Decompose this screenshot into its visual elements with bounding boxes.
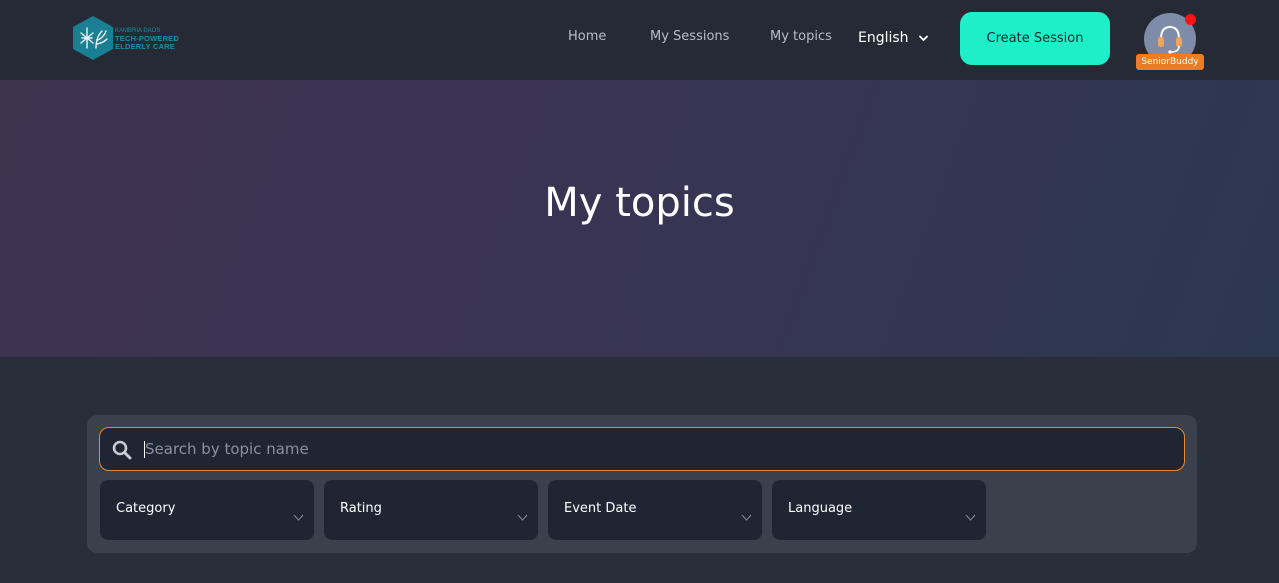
brand-logo[interactable]: KAMBRIA DAOS TECH-POWERED ELDERLY CARE [71, 15, 181, 61]
logo-wordmark: KAMBRIA DAOS TECH-POWERED ELDERLY CARE [115, 27, 185, 51]
search-icon [112, 440, 132, 464]
search-input[interactable] [144, 428, 1164, 470]
headset-icon [1158, 25, 1182, 54]
user-name-badge: SeniorBuddy [1136, 54, 1204, 70]
language-selector-label: English [858, 30, 909, 46]
chevron-down-icon [919, 30, 928, 46]
language-selector[interactable]: English [858, 30, 928, 46]
category-dropdown[interactable]: Category [100, 480, 314, 540]
page-title: My topics [544, 180, 735, 226]
search-box [99, 427, 1185, 471]
language-dropdown-label: Language [788, 501, 853, 516]
rating-dropdown[interactable]: Rating [324, 480, 538, 540]
filter-panel: Category Rating Event Date Language [87, 415, 1197, 553]
event-date-dropdown[interactable]: Event Date [548, 480, 762, 540]
logo-line-3: ELDERLY CARE [115, 42, 175, 51]
chevron-down-icon [517, 506, 528, 525]
language-dropdown[interactable]: Language [772, 480, 986, 540]
hero-banner: My topics [0, 80, 1279, 357]
top-navbar: KAMBRIA DAOS TECH-POWERED ELDERLY CARE H… [0, 0, 1279, 80]
nav-link-home[interactable]: Home [568, 29, 606, 44]
nav-link-my-sessions[interactable]: My Sessions [650, 29, 729, 44]
create-session-button[interactable]: Create Session [960, 12, 1110, 65]
nav-link-my-topics[interactable]: My topics [770, 29, 832, 44]
chevron-down-icon [293, 506, 304, 525]
chevron-down-icon [741, 506, 752, 525]
notification-dot [1185, 14, 1196, 25]
category-dropdown-label: Category [116, 501, 176, 516]
text-caret [144, 441, 145, 458]
chevron-down-icon [965, 506, 976, 525]
event-date-dropdown-label: Event Date [564, 501, 637, 516]
rating-dropdown-label: Rating [340, 501, 382, 516]
logo-hex-icon [73, 16, 113, 60]
